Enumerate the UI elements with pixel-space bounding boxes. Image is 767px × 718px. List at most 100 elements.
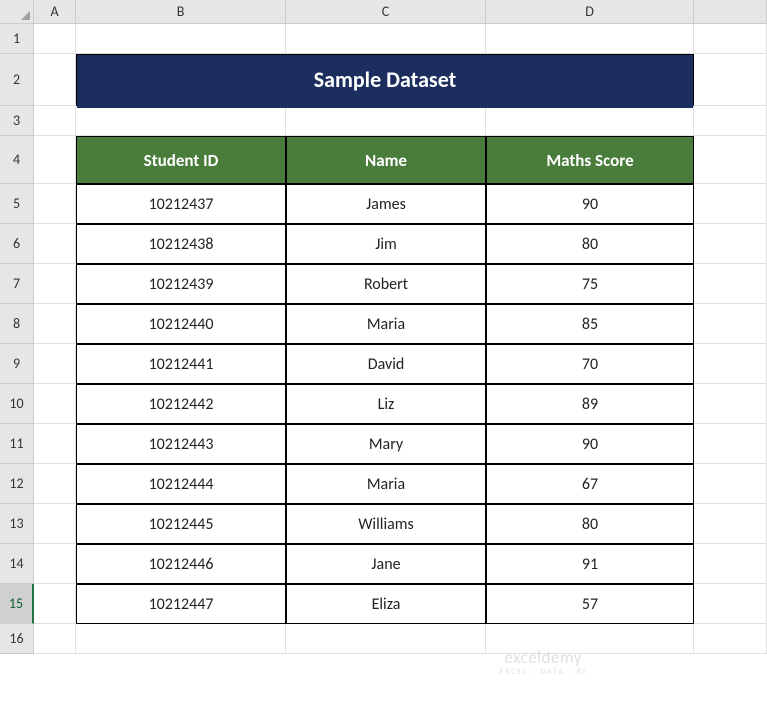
table-row[interactable]: Liz [286,384,486,424]
cell-e5[interactable] [694,184,767,224]
cell-d3[interactable] [486,106,694,136]
row-header-5[interactable]: 5 [0,184,34,224]
row-header-16[interactable]: 16 [0,624,34,654]
cell-d1[interactable] [486,24,694,54]
cell-a2[interactable] [34,54,76,106]
table-row[interactable]: 89 [486,384,694,424]
table-header-score[interactable]: Maths Score [486,136,694,184]
cell-e14[interactable] [694,544,767,584]
cell-e10[interactable] [694,384,767,424]
cell-e8[interactable] [694,304,767,344]
row-header-14[interactable]: 14 [0,544,34,584]
cell-e12[interactable] [694,464,767,504]
cell-a11[interactable] [34,424,76,464]
cell-a9[interactable] [34,344,76,384]
table-row[interactable]: Jane [286,544,486,584]
table-row[interactable]: 10212439 [76,264,286,304]
row-header-7[interactable]: 7 [0,264,34,304]
row-header-13[interactable]: 13 [0,504,34,544]
col-header-c[interactable]: C [286,0,486,24]
cell-b3[interactable] [76,106,286,136]
cell-c1[interactable] [286,24,486,54]
cell-a7[interactable] [34,264,76,304]
cell-e16[interactable] [694,624,767,654]
table-header-studentid[interactable]: Student ID [76,136,286,184]
cell-a16[interactable] [34,624,76,654]
cell-c16[interactable] [286,624,486,654]
table-row[interactable]: David [286,344,486,384]
cell-e6[interactable] [694,224,767,264]
row-header-8[interactable]: 8 [0,304,34,344]
table-row[interactable]: 85 [486,304,694,344]
cell-a14[interactable] [34,544,76,584]
table-row[interactable]: Williams [286,504,486,544]
title-cell[interactable]: Sample Dataset [76,54,694,106]
cell-a3[interactable] [34,106,76,136]
table-row[interactable]: 10212440 [76,304,286,344]
cell-b16[interactable] [76,624,286,654]
cell-e4[interactable] [694,136,767,184]
table-row[interactable]: 10212442 [76,384,286,424]
cell-a12[interactable] [34,464,76,504]
row-header-2[interactable]: 2 [0,54,34,106]
table-row[interactable]: 91 [486,544,694,584]
cell-a6[interactable] [34,224,76,264]
row-header-1[interactable]: 1 [0,24,34,54]
cell-e3[interactable] [694,106,767,136]
col-header-b[interactable]: B [76,0,286,24]
table-row[interactable]: 10212437 [76,184,286,224]
table-row[interactable]: 10212443 [76,424,286,464]
table-row[interactable]: 10212445 [76,504,286,544]
table-row[interactable]: James [286,184,486,224]
table-row[interactable]: Maria [286,464,486,504]
table-header-name[interactable]: Name [286,136,486,184]
cell-e15[interactable] [694,584,767,624]
cell-e9[interactable] [694,344,767,384]
table-row[interactable]: 10212447 [76,584,286,624]
table-row[interactable]: 70 [486,344,694,384]
table-row[interactable]: 75 [486,264,694,304]
cell-b1[interactable] [76,24,286,54]
row-header-12[interactable]: 12 [0,464,34,504]
row-header-11[interactable]: 11 [0,424,34,464]
table-row[interactable]: 80 [486,504,694,544]
table-row[interactable]: Eliza [286,584,486,624]
cell-e13[interactable] [694,504,767,544]
cell-a4[interactable] [34,136,76,184]
row-header-3[interactable]: 3 [0,106,34,136]
table-row[interactable]: 10212444 [76,464,286,504]
table-row[interactable]: 10212446 [76,544,286,584]
table-row[interactable]: 90 [486,184,694,224]
cell-a15[interactable] [34,584,76,624]
row-header-6[interactable]: 6 [0,224,34,264]
table-row[interactable]: 57 [486,584,694,624]
select-all-corner[interactable] [0,0,34,24]
row-header-4[interactable]: 4 [0,136,34,184]
table-row[interactable]: 10212441 [76,344,286,384]
cell-a8[interactable] [34,304,76,344]
row-header-9[interactable]: 9 [0,344,34,384]
row-header-10[interactable]: 10 [0,384,34,424]
cell-e2[interactable] [694,54,767,106]
cell-e11[interactable] [694,424,767,464]
table-row[interactable]: 10212438 [76,224,286,264]
cell-e7[interactable] [694,264,767,304]
table-row[interactable]: Maria [286,304,486,344]
table-row[interactable]: 90 [486,424,694,464]
table-row[interactable]: 80 [486,224,694,264]
cell-a10[interactable] [34,384,76,424]
watermark: exceldemy EXCEL · DATA · BI [499,648,587,678]
cell-a5[interactable] [34,184,76,224]
col-header-blank[interactable] [694,0,767,24]
cell-a1[interactable] [34,24,76,54]
table-row[interactable]: Jim [286,224,486,264]
table-row[interactable]: Mary [286,424,486,464]
table-row[interactable]: Robert [286,264,486,304]
cell-e1[interactable] [694,24,767,54]
cell-a13[interactable] [34,504,76,544]
row-header-15[interactable]: 15 [0,584,34,624]
col-header-a[interactable]: A [34,0,76,24]
col-header-d[interactable]: D [486,0,694,24]
table-row[interactable]: 67 [486,464,694,504]
cell-c3[interactable] [286,106,486,136]
